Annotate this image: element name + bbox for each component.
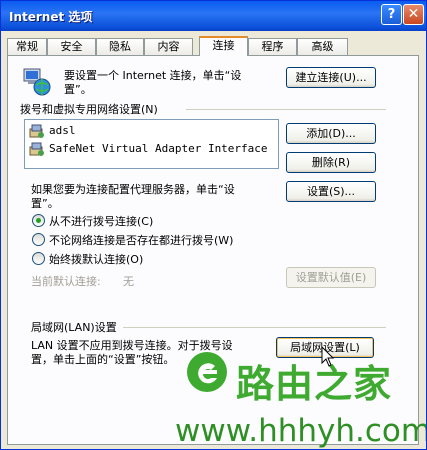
lan-group-divider <box>123 327 386 328</box>
add-connection-button[interactable]: 添加(D)... <box>286 123 376 144</box>
connections-listbox[interactable]: adsl SafeNet Virtual Adapter Interface <box>24 119 279 169</box>
mouse-cursor-icon <box>321 345 335 371</box>
remove-connection-button[interactable]: 删除(R) <box>286 152 376 173</box>
proxy-text-line2: 置”。 <box>31 197 59 210</box>
globe-network-icon <box>22 67 52 97</box>
title-bar[interactable]: Internet 选项 ? ✕ <box>1 1 426 31</box>
proxy-text-line1: 如果您要为连接配置代理服务器，单击“设 <box>31 183 235 196</box>
help-button[interactable]: ? <box>381 4 402 25</box>
tab-advanced[interactable]: 高级 <box>297 38 348 55</box>
watermark-url: www.hhhyh.com <box>175 413 427 449</box>
watermark-brand: 路由之家 <box>236 362 393 406</box>
tab-programs[interactable]: 程序 <box>248 38 297 55</box>
always-dial-default-radio[interactable] <box>32 252 45 265</box>
setup-text-line2: 置”。 <box>64 83 92 96</box>
dial-whenever-label[interactable]: 不论网络连接是否存在都进行拨号(W) <box>49 232 233 248</box>
vpn-connection-icon <box>29 141 45 157</box>
list-item-label: SafeNet Virtual Adapter Interface <box>49 142 268 155</box>
setup-connection-button[interactable]: 建立连接(U)... <box>286 67 376 88</box>
close-button[interactable]: ✕ <box>403 4 424 25</box>
lan-text-line2: 置，单击上面的“设置”按钮。 <box>31 353 175 366</box>
connection-settings-button[interactable]: 设置(S)... <box>286 181 376 202</box>
tab-content[interactable]: 内容 <box>144 38 193 55</box>
current-default-label: 当前默认连接: <box>31 275 101 288</box>
tab-privacy[interactable]: 隐私 <box>96 38 144 55</box>
always-dial-default-label[interactable]: 始终拨默认连接(O) <box>49 251 143 267</box>
dialup-group-divider <box>186 109 386 110</box>
current-default-value: 无 <box>123 275 134 288</box>
watermark-logo <box>187 352 227 392</box>
lan-group-title: 局域网(LAN)设置 <box>31 321 117 334</box>
never-dial-radio[interactable] <box>32 214 45 227</box>
tab-connections[interactable]: 连接 <box>199 36 248 56</box>
set-default-button[interactable]: 设置默认值(E) <box>286 267 376 288</box>
never-dial-label[interactable]: 从不进行拨号连接(C) <box>49 213 153 229</box>
dialup-group-title: 拨号和虚拟专用网络设置(N) <box>20 103 158 116</box>
tab-security[interactable]: 安全 <box>47 38 96 55</box>
internet-options-window: Internet 选项 ? ✕ 常规 安全 隐私 内容 连接 程序 高级 要设置… <box>0 0 427 450</box>
dial-whenever-radio[interactable] <box>32 233 45 246</box>
dialup-connection-icon <box>29 123 45 139</box>
window-title: Internet 选项 <box>9 10 93 24</box>
list-item-label: adsl <box>49 124 76 137</box>
tab-general[interactable]: 常规 <box>7 38 47 55</box>
